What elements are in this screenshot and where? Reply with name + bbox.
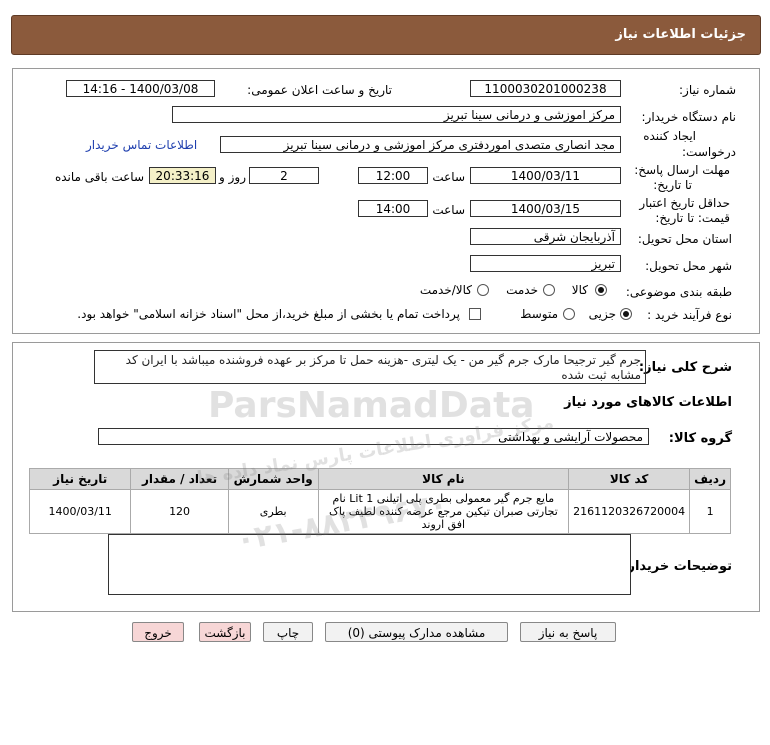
view-attachments-button[interactable]: مشاهده مدارک پیوستی (0) bbox=[325, 622, 508, 642]
validity-date-field: 1400/03/15 bbox=[470, 200, 621, 217]
buyer-org-label: نام دستگاه خریدار: bbox=[641, 110, 737, 124]
buyer-notes-label: توضیحات خریدار: bbox=[622, 559, 732, 574]
goods-table-header: ردیف کد کالا نام کالا واحد شمارش تعداد /… bbox=[28, 468, 731, 490]
remaining-time-label: ساعت باقی مانده bbox=[54, 170, 144, 184]
province-field: آذربایجان شرقی bbox=[470, 228, 621, 245]
description-box: جرم گیر ترجیحا مارک جرم گیر من - یک لیتر… bbox=[94, 350, 646, 384]
process-type-label: نوع فرآیند خرید : bbox=[647, 308, 732, 322]
col-qty: تعداد / مقدار bbox=[130, 468, 229, 490]
goods-table: ردیف کد کالا نام کالا واحد شمارش تعداد /… bbox=[28, 468, 731, 534]
buyer-notes-box bbox=[108, 534, 631, 595]
treasury-payment-checkbox[interactable] bbox=[469, 308, 481, 320]
announce-datetime-field: 1400/03/08 - 14:16 bbox=[66, 80, 215, 97]
process-radio-medium[interactable] bbox=[563, 308, 575, 320]
process-radio-minor[interactable] bbox=[620, 308, 632, 320]
cell-date: 1400/03/11 bbox=[28, 489, 132, 534]
validity-label-1: حداقل تاریخ اعتبار bbox=[639, 196, 730, 210]
description-text: جرم گیر ترجیحا مارک جرم گیر من - یک لیتر… bbox=[125, 353, 641, 382]
treasury-payment-note: پرداخت تمام یا بخشی از مبلغ خرید،از محل … bbox=[77, 307, 460, 321]
category-option-goods: کالا bbox=[571, 283, 588, 297]
days-label: روز و bbox=[219, 170, 246, 184]
deadline-date-field: 1400/03/11 bbox=[470, 167, 621, 184]
col-unit: واحد شمارش bbox=[227, 468, 319, 490]
category-radio-goods[interactable] bbox=[595, 284, 607, 296]
goods-group-label: گروه کالا: bbox=[668, 431, 732, 446]
deadline-time-field: 12:00 bbox=[358, 167, 428, 184]
validity-time-field: 14:00 bbox=[358, 200, 428, 217]
table-row: 1 2161120326720004 مایع جرم گیر معمولی ب… bbox=[28, 489, 731, 534]
cell-name: مایع جرم گیر معمولی بطری پلی اتیلنی 1 Li… bbox=[317, 489, 570, 534]
page-header: جزئیات اطلاعات نیاز bbox=[11, 15, 761, 55]
cell-qty: 120 bbox=[130, 489, 229, 534]
exit-button[interactable]: خروج bbox=[132, 622, 184, 642]
remaining-time-field: 20:33:16 bbox=[149, 167, 216, 184]
category-option-service: خدمت bbox=[506, 283, 538, 297]
requester-label-1: ایجاد کننده bbox=[643, 129, 696, 143]
buyer-contact-link[interactable]: اطلاعات تماس خریدار bbox=[86, 138, 197, 152]
city-field: تبریز bbox=[470, 255, 621, 272]
goods-group-field: محصولات آرایشی و بهداشتی bbox=[98, 428, 649, 445]
process-option-minor: جزیی bbox=[588, 307, 616, 321]
validity-time-label: ساعت bbox=[432, 203, 465, 217]
category-radio-service[interactable] bbox=[543, 284, 555, 296]
category-radio-goods-service[interactable] bbox=[477, 284, 489, 296]
deadline-label-2: تا تاریخ: bbox=[653, 178, 692, 192]
deadline-time-label: ساعت bbox=[432, 170, 465, 184]
days-remaining-field: 2 bbox=[249, 167, 319, 184]
reply-button[interactable]: پاسخ به نیاز bbox=[520, 622, 616, 642]
description-label: شرح کلی نیاز: bbox=[638, 360, 732, 375]
col-date: تاریخ نیاز bbox=[28, 468, 132, 490]
cell-unit: بطری bbox=[227, 489, 319, 534]
back-button[interactable]: بازگشت bbox=[199, 622, 251, 642]
buyer-org-field: مرکز اموزشی و درمانی سینا تبریز bbox=[172, 106, 621, 123]
cell-row: 1 bbox=[689, 489, 731, 534]
province-label: استان محل تحویل: bbox=[637, 232, 732, 246]
goods-section-title: اطلاعات کالاهای مورد نیاز bbox=[564, 395, 732, 410]
category-label: طبقه بندی موضوعی: bbox=[625, 285, 732, 299]
col-row: ردیف bbox=[689, 468, 731, 490]
col-code: کد کالا bbox=[568, 468, 691, 490]
category-option-goods-service: کالا/خدمت bbox=[419, 283, 472, 297]
page-title: جزئیات اطلاعات نیاز bbox=[615, 27, 746, 42]
need-number-field: 1100030201000238 bbox=[470, 80, 621, 97]
deadline-label-1: مهلت ارسال پاسخ: bbox=[634, 163, 730, 177]
validity-label-2: قیمت: تا تاریخ: bbox=[655, 211, 730, 225]
cell-code: 2161120326720004 bbox=[568, 489, 691, 534]
announce-datetime-label: تاریخ و ساعت اعلان عمومی: bbox=[247, 83, 392, 97]
requester-label-2: درخواست: bbox=[682, 145, 736, 159]
need-number-label: شماره نیاز: bbox=[679, 83, 736, 97]
col-name: نام کالا bbox=[317, 468, 570, 490]
requester-field: مجد انصاری متصدی اموردفتری مرکز اموزشی و… bbox=[220, 136, 621, 153]
city-label: شهر محل تحویل: bbox=[645, 259, 732, 273]
process-option-medium: متوسط bbox=[520, 307, 558, 321]
print-button[interactable]: چاپ bbox=[263, 622, 313, 642]
